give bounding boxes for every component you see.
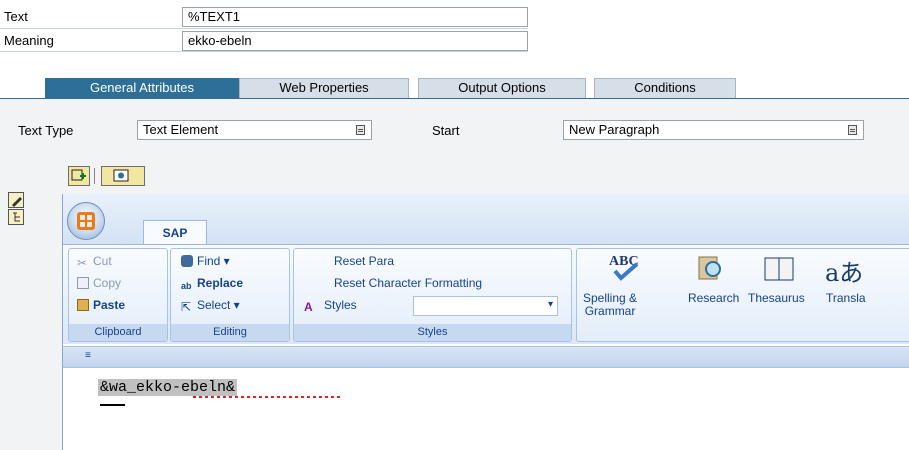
tree-icon[interactable] — [8, 209, 24, 225]
binoculars-icon — [181, 255, 193, 267]
reset-para-button[interactable]: Reset Para — [334, 254, 394, 268]
start-value: New Paragraph — [569, 122, 660, 137]
spelling-icon: ABC — [609, 254, 639, 281]
cut-button[interactable]: ✂ Cut — [77, 254, 112, 270]
styles-combo[interactable] — [413, 296, 558, 316]
insert-button[interactable] — [68, 166, 90, 186]
office-logo-icon — [77, 212, 95, 230]
select-label: Select ▾ — [197, 298, 240, 312]
dropdown-icon[interactable] — [848, 125, 857, 135]
insert-icon — [71, 169, 86, 181]
spelling-underline — [193, 396, 341, 398]
edit-icon[interactable] — [8, 192, 24, 208]
ribbon: ✂ Cut Copy Paste Clipboard Find ▾ ab Repla… — [63, 244, 909, 344]
start-label: Start — [432, 123, 460, 138]
document-area[interactable]: &wa_ekko-ebeln& — [63, 369, 909, 450]
text-field[interactable]: %TEXT1 — [182, 7, 528, 27]
copy-button[interactable]: Copy — [77, 276, 121, 290]
editing-group-label: Editing — [171, 324, 289, 341]
copy-icon — [77, 277, 89, 289]
meaning-field[interactable]: ekko-ebeln — [182, 31, 528, 51]
paste-icon — [77, 299, 89, 311]
research-icon — [698, 256, 721, 280]
cut-label: Cut — [93, 254, 112, 268]
clipboard-group-label: Clipboard — [69, 324, 167, 341]
document-text[interactable]: &wa_ekko-ebeln& — [98, 379, 238, 396]
dropdown-icon[interactable] — [356, 125, 365, 135]
paste-button[interactable]: Paste — [77, 298, 125, 312]
text-type-select[interactable]: Text Element — [137, 120, 372, 140]
meaning-label: Meaning — [4, 33, 54, 48]
text-cursor — [100, 404, 125, 406]
reset-char-formatting-button[interactable]: Reset Character Formatting — [334, 276, 482, 290]
thesaurus-icon — [764, 257, 794, 281]
select-button[interactable]: ⇱ Select ▾ — [181, 298, 240, 314]
cursor-icon: ⇱ — [181, 300, 192, 314]
text-type-value: Text Element — [143, 122, 219, 137]
editing-group: Find ▾ ab Replace ⇱ Select ▾ Editing — [170, 248, 290, 342]
styles-group-label: Styles — [294, 324, 571, 341]
styles-button[interactable]: A Styles — [304, 298, 357, 314]
text-editor: SAP ✂ Cut Copy Paste Clipboard Find ▾ ab R… — [62, 194, 909, 450]
tab-output-options[interactable]: Output Options — [418, 78, 586, 98]
tab-web-properties[interactable]: Web Properties — [239, 78, 409, 98]
proofing-group: ABC Spelling & Grammar Research Thesauru… — [576, 248, 909, 342]
text-type-label: Text Type — [18, 123, 74, 138]
ribbon-header: SAP — [63, 194, 909, 244]
start-select[interactable]: New Paragraph — [563, 120, 864, 140]
replace-icon: ab — [181, 281, 192, 291]
customize-quick-access-icon[interactable]: ≡ — [85, 350, 91, 361]
text-label: Text — [4, 9, 28, 24]
divider — [0, 28, 528, 29]
tab-conditions[interactable]: Conditions — [594, 78, 736, 98]
office-button[interactable] — [67, 202, 105, 240]
find-button[interactable]: Find ▾ — [181, 254, 230, 268]
monitor-icon — [113, 169, 129, 182]
replace-label: Replace — [197, 276, 244, 290]
styles-icon: A — [304, 300, 313, 314]
spelling-grammar-button[interactable]: Spelling & Grammar — [583, 292, 637, 318]
find-label: Find ▾ — [197, 254, 230, 268]
ribbon-tab-sap[interactable]: SAP — [143, 220, 207, 244]
scissors-icon: ✂ — [77, 256, 88, 270]
tab-general-attributes[interactable]: General Attributes — [45, 78, 239, 98]
paste-label: Paste — [93, 298, 126, 312]
toolbar-separator — [94, 168, 95, 184]
styles-group: Reset Para Reset Character Formatting AS… — [293, 248, 572, 342]
copy-label: Copy — [93, 276, 122, 290]
quick-access-bar: ≡ — [63, 346, 909, 368]
display-button[interactable] — [101, 166, 145, 186]
thesaurus-button[interactable]: Thesaurus — [748, 292, 805, 305]
divider — [0, 51, 528, 52]
tab-strip: General Attributes Web Properties Output… — [0, 78, 909, 98]
research-button[interactable]: Research — [688, 292, 739, 305]
replace-button[interactable]: ab Replace — [181, 276, 243, 293]
clipboard-group: ✂ Cut Copy Paste Clipboard — [68, 248, 168, 342]
styles-label: Styles — [324, 298, 357, 312]
translate-button[interactable]: Transla — [826, 292, 866, 305]
translate-icon: aあ — [825, 259, 864, 287]
